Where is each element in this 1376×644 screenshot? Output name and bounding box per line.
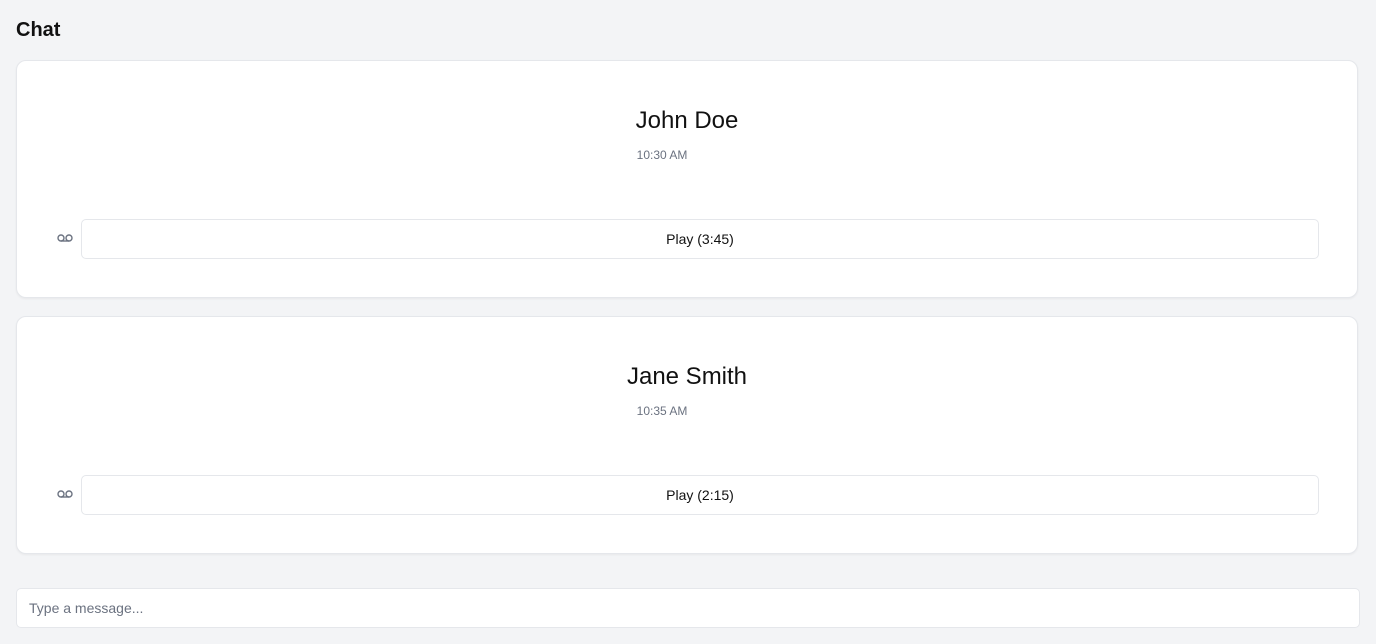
sender-name: John Doe: [635, 107, 739, 134]
message-time: 10:30 AM: [636, 148, 688, 162]
play-voicemail-button[interactable]: Play (3:45): [81, 219, 1319, 259]
message-card: John Doe 10:30 AM Play (3:45): [16, 60, 1358, 298]
message-input[interactable]: [16, 588, 1360, 628]
voicemail-icon: [57, 490, 73, 498]
sender-name: Jane Smith: [626, 363, 748, 390]
message-card: Jane Smith 10:35 AM Play (2:15): [16, 316, 1358, 554]
page-title: Chat: [16, 19, 61, 41]
message-time: 10:35 AM: [636, 404, 688, 418]
voicemail-icon: [57, 234, 73, 242]
play-voicemail-button[interactable]: Play (2:15): [81, 475, 1319, 515]
